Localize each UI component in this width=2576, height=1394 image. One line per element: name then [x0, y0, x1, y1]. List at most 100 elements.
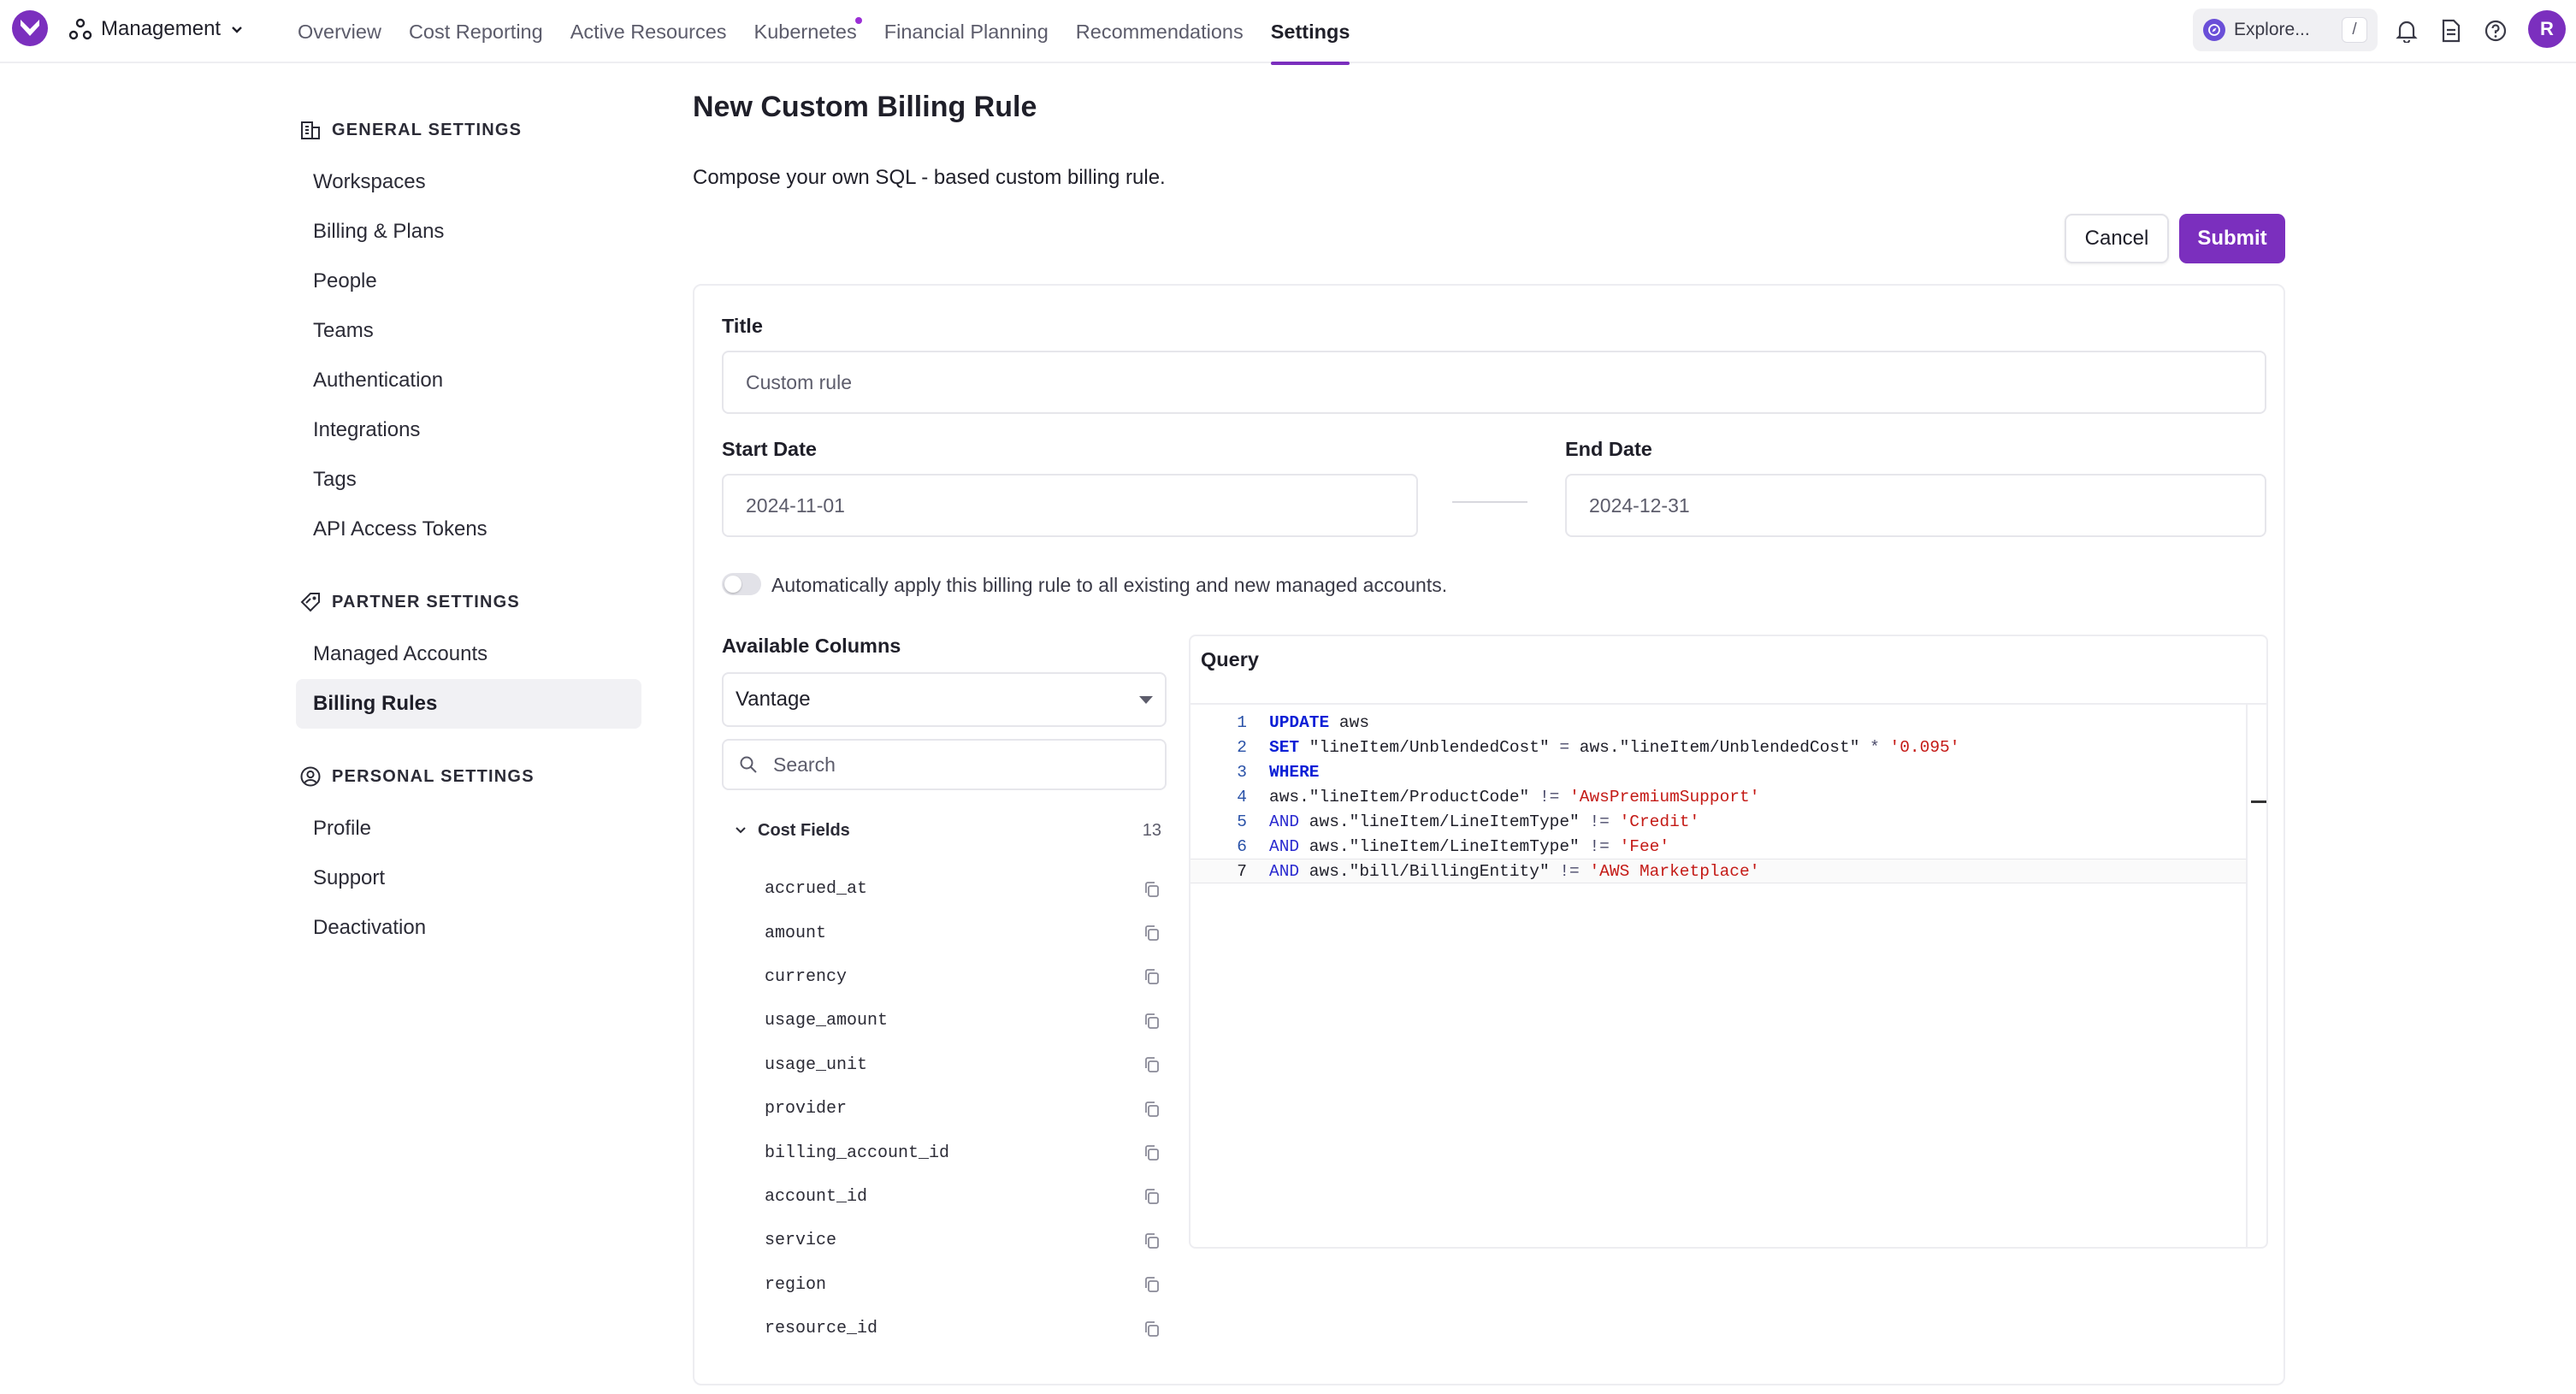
docs-icon[interactable] — [2436, 15, 2467, 46]
auto-apply-toggle[interactable] — [722, 573, 761, 595]
line-text: AND aws."bill/BillingEntity" != 'AWS Mar… — [1269, 862, 1759, 881]
column-field-name: provider — [765, 1099, 848, 1119]
copy-icon[interactable] — [1143, 1100, 1161, 1119]
copy-icon[interactable] — [1143, 1143, 1161, 1162]
search-icon — [740, 756, 757, 773]
tab-recommendations[interactable]: Recommendations — [1062, 0, 1257, 63]
sidebar-item-billing-rules[interactable]: Billing Rules — [296, 679, 641, 729]
column-field-row[interactable]: usage_amount — [765, 999, 1161, 1043]
copy-icon[interactable] — [1143, 1012, 1161, 1031]
help-icon[interactable] — [2480, 15, 2511, 46]
cancel-button[interactable]: Cancel — [2065, 214, 2169, 263]
tab-financial-planning[interactable]: Financial Planning — [871, 0, 1062, 63]
column-field-name: usage_amount — [765, 1011, 889, 1031]
line-number: 4 — [1237, 787, 1247, 806]
sql-token: AND — [1269, 812, 1300, 831]
start-date-input[interactable]: 2024-11-01 — [722, 474, 1418, 537]
copy-icon[interactable] — [1143, 880, 1161, 899]
column-field-row[interactable]: resource_id — [765, 1307, 1161, 1350]
sql-token: aws."lineItem/LineItemType" — [1299, 812, 1590, 831]
sidebar-item-tags[interactable]: Tags — [296, 455, 641, 505]
tab-overview[interactable]: Overview — [284, 0, 395, 63]
column-field-name: billing_account_id — [765, 1143, 950, 1163]
explore-label: Explore... — [2234, 20, 2310, 39]
sql-token: aws."bill/BillingEntity" — [1299, 861, 1560, 881]
sql-code[interactable]: 1 UPDATE aws 2 SET "lineItem/UnblendedCost"… — [1191, 710, 2246, 883]
end-date-input[interactable]: 2024-12-31 — [1565, 474, 2266, 537]
column-search-input[interactable]: Search — [722, 739, 1167, 790]
end-date-label: End Date — [1565, 438, 1652, 460]
tab-cost-reporting[interactable]: Cost Reporting — [395, 0, 557, 63]
title-input[interactable]: Custom rule — [722, 351, 2266, 414]
bell-icon[interactable] — [2391, 15, 2422, 46]
sql-token: != — [1589, 812, 1610, 831]
column-field-row[interactable]: currency — [765, 955, 1161, 999]
app-logo[interactable] — [12, 10, 48, 46]
sql-token: 'Fee' — [1619, 836, 1670, 856]
sql-token: UPDATE — [1269, 712, 1330, 732]
tab-label: Recommendations — [1075, 20, 1244, 43]
auto-apply-label: Automatically apply this billing rule to… — [771, 574, 1448, 596]
copy-icon[interactable] — [1143, 967, 1161, 986]
column-field-row[interactable]: provider — [765, 1087, 1161, 1131]
building-icon — [301, 121, 320, 139]
sql-token: 'Credit' — [1619, 812, 1700, 831]
explore-search[interactable]: Explore... / — [2193, 9, 2378, 51]
keyboard-shortcut: / — [2342, 17, 2367, 43]
editor-scrollbar[interactable] — [2246, 705, 2266, 1247]
user-avatar[interactable]: R — [2528, 10, 2566, 48]
column-field-row[interactable]: service — [765, 1219, 1161, 1262]
toggle-knob — [724, 576, 741, 593]
sidebar-item-managed-accounts[interactable]: Managed Accounts — [296, 629, 641, 679]
sidebar-item-billing-plans[interactable]: Billing & Plans — [296, 207, 641, 257]
sidebar-item-authentication[interactable]: Authentication — [296, 356, 641, 405]
notification-dot — [854, 17, 862, 24]
cost-fields-group[interactable]: Cost Fields 13 — [734, 818, 1161, 843]
sql-token: WHERE — [1269, 762, 1320, 782]
copy-icon[interactable] — [1143, 1232, 1161, 1250]
copy-icon[interactable] — [1143, 1275, 1161, 1294]
search-placeholder: Search — [773, 753, 836, 776]
column-source-select[interactable]: Vantage — [722, 672, 1167, 727]
available-columns-label: Available Columns — [722, 635, 901, 657]
line-text: AND aws."lineItem/LineItemType" != 'Cred… — [1269, 812, 1699, 831]
line-number: 3 — [1237, 762, 1247, 782]
partner-settings-list: Managed Accounts Billing Rules — [296, 629, 641, 729]
sidebar-item-integrations[interactable]: Integrations — [296, 405, 641, 455]
copy-icon[interactable] — [1143, 1187, 1161, 1206]
sidebar-item-profile[interactable]: Profile — [296, 804, 641, 854]
sidebar-item-teams[interactable]: Teams — [296, 306, 641, 356]
sidebar-item-api-access-tokens[interactable]: API Access Tokens — [296, 505, 641, 554]
tab-active-resources[interactable]: Active Resources — [557, 0, 741, 63]
column-field-row[interactable]: usage_unit — [765, 1043, 1161, 1087]
column-field-row[interactable]: billing_account_id — [765, 1131, 1161, 1174]
org-switcher[interactable]: Management — [68, 14, 245, 44]
column-field-row[interactable]: account_id — [765, 1175, 1161, 1219]
sidebar-item-support[interactable]: Support — [296, 854, 641, 903]
column-field-row[interactable]: region — [765, 1263, 1161, 1307]
sql-token: AND — [1269, 861, 1300, 881]
general-settings-heading: GENERAL SETTINGS — [296, 111, 641, 149]
partner-settings-heading: PARTNER SETTINGS — [296, 583, 641, 621]
tab-kubernetes[interactable]: Kubernetes — [741, 0, 871, 63]
copy-icon[interactable] — [1143, 924, 1161, 942]
scrollbar-thumb[interactable] — [2251, 800, 2266, 803]
sql-token: aws."lineItem/UnblendedCost" — [1569, 737, 1870, 757]
page-subtitle: Compose your own SQL - based custom bill… — [693, 166, 1166, 189]
code-line: 7 AND aws."bill/BillingEntity" != 'AWS Ma… — [1191, 859, 2246, 883]
line-text: AND aws."lineItem/LineItemType" != 'Fee' — [1269, 837, 1669, 856]
submit-button[interactable]: Submit — [2179, 214, 2285, 263]
column-source-value: Vantage — [736, 688, 811, 711]
sidebar-item-deactivation[interactable]: Deactivation — [296, 903, 641, 953]
column-field-row[interactable]: amount — [765, 911, 1161, 954]
tab-label: Financial Planning — [883, 20, 1049, 43]
sidebar-item-workspaces[interactable]: Workspaces — [296, 157, 641, 207]
copy-icon[interactable] — [1143, 1320, 1161, 1338]
copy-icon[interactable] — [1143, 1055, 1161, 1074]
column-field-row[interactable]: accrued_at — [765, 867, 1161, 911]
sidebar-item-people[interactable]: People — [296, 257, 641, 306]
tab-settings[interactable]: Settings — [1257, 0, 1364, 65]
cost-fields-count: 13 — [1142, 820, 1161, 840]
